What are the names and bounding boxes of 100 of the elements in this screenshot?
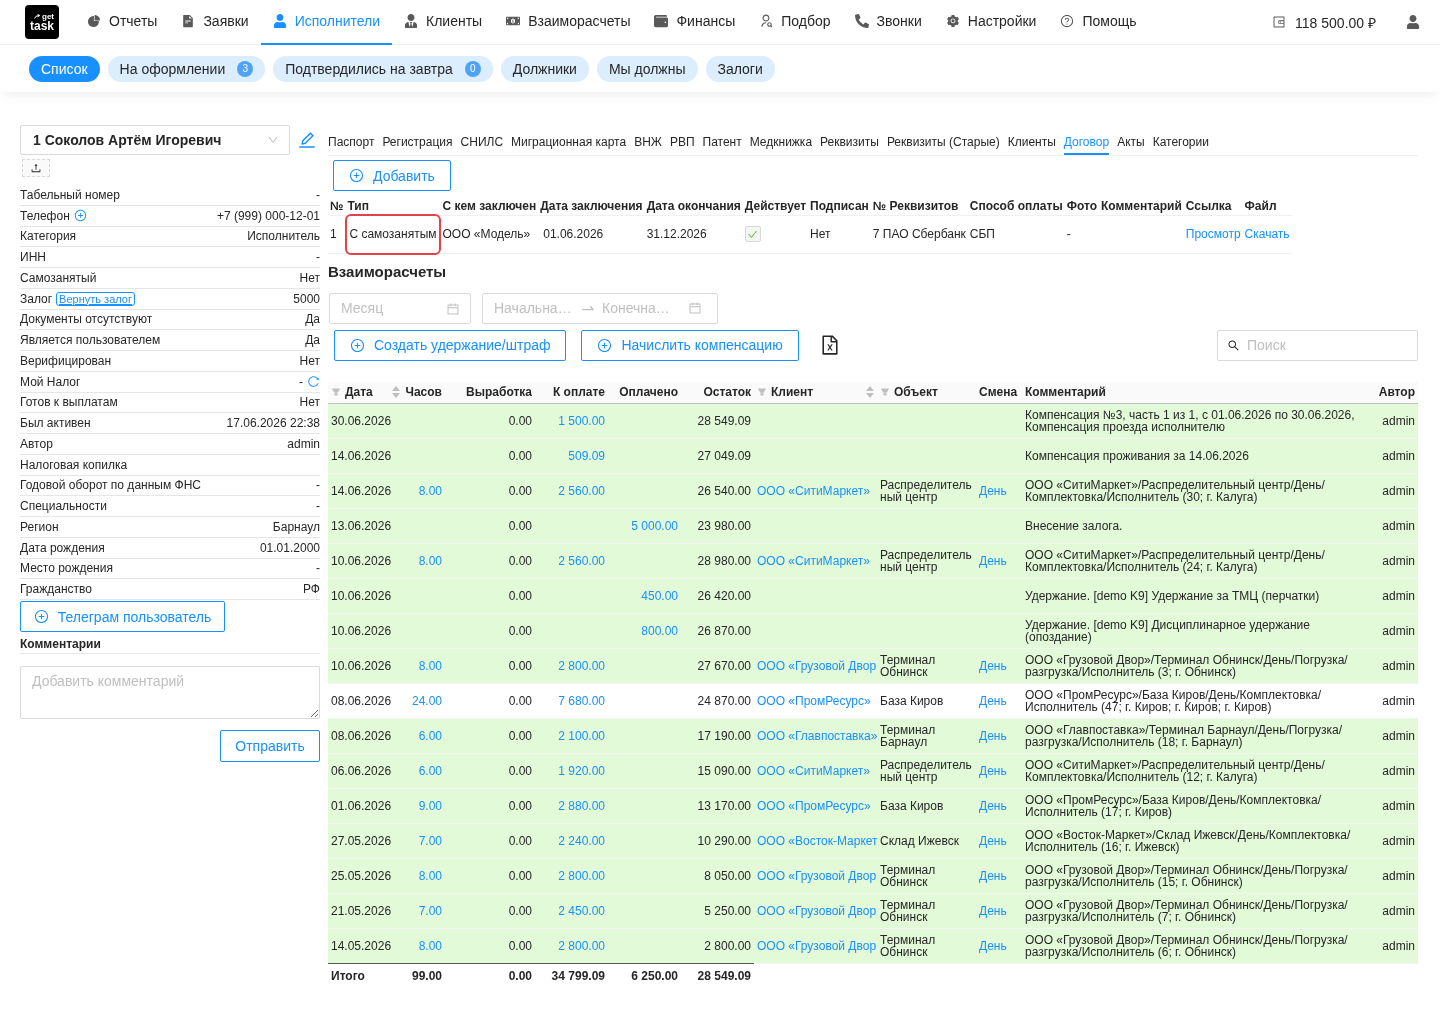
nav-item[interactable]: Отчеты	[75, 0, 170, 45]
nav-item[interactable]: Подбор	[747, 0, 843, 45]
shift-link[interactable]: День	[979, 904, 1007, 918]
filter-tab[interactable]: Список	[29, 55, 100, 82]
filter-tab[interactable]: На оформлении 3	[107, 55, 266, 82]
shift-link[interactable]: День	[979, 484, 1007, 498]
amount-link[interactable]: 2 560.00	[558, 484, 605, 498]
filter-tab[interactable]: Залоги	[705, 55, 775, 82]
send-button[interactable]: Отправить	[220, 730, 320, 762]
filter-tab[interactable]: Мы должны	[596, 55, 698, 82]
refresh-icon[interactable]	[307, 375, 320, 389]
amount-link[interactable]: 8.00	[418, 659, 442, 673]
shift-link[interactable]: День	[979, 694, 1007, 708]
document-tab[interactable]: Акты	[1117, 129, 1145, 155]
user-icon[interactable]	[1406, 15, 1420, 29]
document-tab[interactable]: Патент	[702, 129, 742, 155]
document-tab[interactable]: Клиенты	[1007, 129, 1056, 155]
document-tab[interactable]: Регистрация	[382, 129, 453, 155]
document-tab[interactable]: Договор	[1063, 129, 1110, 155]
amount-link[interactable]: 2 450.00	[558, 904, 605, 918]
document-tab[interactable]: Паспорт	[328, 129, 375, 155]
view-link[interactable]: Просмотр	[1185, 227, 1241, 241]
amount-link[interactable]: 6.00	[418, 764, 442, 778]
amount-link[interactable]: 450.00	[641, 589, 678, 603]
client-link[interactable]: ООО «Грузовой Двор	[757, 904, 877, 918]
telegram-user-button[interactable]: Телеграм пользователь	[20, 601, 225, 632]
amount-link[interactable]: 7 680.00	[558, 694, 605, 708]
amount-link[interactable]: 8.00	[418, 484, 442, 498]
document-tab[interactable]: Реквизиты (Старые)	[886, 129, 1000, 155]
nav-item[interactable]: Исполнители	[260, 0, 393, 45]
action-button[interactable]: Создать удержание/штраф	[334, 329, 567, 361]
amount-link[interactable]: 2 880.00	[558, 799, 605, 813]
client-link[interactable]: ООО «Грузовой Двор	[757, 659, 877, 673]
action-button[interactable]: Начислить компенсацию	[581, 329, 799, 361]
amount-link[interactable]: 2 100.00	[558, 729, 605, 743]
amount-link[interactable]: 7.00	[418, 904, 442, 918]
amount-link[interactable]: 509.09	[568, 449, 605, 463]
amount-link[interactable]: 2 240.00	[558, 834, 605, 848]
comment-field[interactable]: Добавить комментарий	[20, 666, 320, 719]
upload-button[interactable]	[22, 159, 50, 177]
amount-link[interactable]: 2 800.00	[558, 869, 605, 883]
document-tab[interactable]: Миграционная карта	[511, 129, 627, 155]
shift-link[interactable]: День	[979, 659, 1007, 673]
client-link[interactable]: ООО «Главпоставка»	[757, 729, 878, 743]
document-tab[interactable]: Реквизиты	[820, 129, 879, 155]
amount-link[interactable]: 2 560.00	[558, 554, 605, 568]
nav-item[interactable]: Взаиморасчеты	[494, 0, 643, 45]
filter-icon[interactable]	[880, 387, 890, 398]
amount-link[interactable]: 8.00	[418, 939, 442, 953]
employee-select[interactable]: 1 Соколов Артём Игоревич	[20, 125, 290, 155]
amount-link[interactable]: 8.00	[418, 554, 442, 568]
nav-item[interactable]: Помощь	[1048, 0, 1149, 45]
shift-link[interactable]: День	[979, 554, 1007, 568]
nav-item[interactable]: Клиенты	[392, 0, 495, 45]
amount-link[interactable]: 800.00	[641, 624, 678, 638]
filter-tab[interactable]: Подтвердились на завтра 0	[273, 55, 493, 82]
nav-item[interactable]: Заявки	[169, 0, 261, 45]
filter-icon[interactable]	[331, 387, 341, 398]
shift-link[interactable]: День	[979, 939, 1007, 953]
amount-link[interactable]: 5 000.00	[631, 519, 678, 533]
sort-icon[interactable]	[392, 386, 400, 399]
add-button[interactable]: Добавить	[333, 160, 451, 191]
filter-icon[interactable]	[757, 387, 767, 398]
amount-link[interactable]: 6.00	[418, 729, 442, 743]
client-link[interactable]: ООО «ПромРесурс»	[757, 694, 871, 708]
edit-icon[interactable]	[297, 130, 317, 150]
end-date-field[interactable]: Конечна…	[602, 300, 682, 316]
document-tab[interactable]: СНИЛС	[460, 129, 504, 155]
client-link[interactable]: ООО «СитиМаркет»	[757, 764, 870, 778]
amount-link[interactable]: 8.00	[418, 869, 442, 883]
nav-item[interactable]: Настройки	[933, 0, 1049, 45]
start-date-field[interactable]: Начальна…	[494, 300, 574, 316]
checkbox[interactable]	[744, 226, 761, 242]
shift-link[interactable]: День	[979, 834, 1007, 848]
document-tab[interactable]: Медкнижка	[749, 129, 813, 155]
client-link[interactable]: ООО «СитиМаркет»	[757, 484, 870, 498]
document-tab[interactable]: РВП	[669, 129, 695, 155]
nav-item[interactable]: Звонки	[842, 0, 934, 45]
amount-link[interactable]: 2 800.00	[558, 939, 605, 953]
month-field[interactable]: Месяц	[329, 292, 471, 324]
amount-link[interactable]: 1 920.00	[558, 764, 605, 778]
app-logo[interactable]: get task	[25, 5, 59, 39]
sort-icon[interactable]	[866, 386, 874, 399]
shift-link[interactable]: День	[979, 729, 1007, 743]
amount-link[interactable]: 1 500.00	[558, 414, 605, 428]
filter-tab[interactable]: Должники	[500, 55, 589, 82]
client-link[interactable]: ООО «СитиМаркет»	[757, 554, 870, 568]
client-link[interactable]: ООО «Восток-Маркет	[757, 834, 878, 848]
document-tab[interactable]: ВНЖ	[634, 129, 662, 155]
search-field[interactable]: Поиск	[1217, 329, 1418, 361]
amount-link[interactable]: 9.00	[418, 799, 442, 813]
amount-link[interactable]: 7.00	[418, 834, 442, 848]
client-link[interactable]: ООО «Грузовой Двор	[757, 869, 877, 883]
shift-link[interactable]: День	[979, 799, 1007, 813]
amount-link[interactable]: 2 800.00	[558, 659, 605, 673]
nav-item[interactable]: Финансы	[642, 0, 748, 45]
document-tab[interactable]: Категории	[1152, 129, 1209, 155]
client-link[interactable]: ООО «ПромРесурс»	[757, 799, 871, 813]
return-deposit-button[interactable]: Вернуть залог	[56, 291, 135, 306]
download-link[interactable]: Скачать	[1244, 227, 1290, 241]
